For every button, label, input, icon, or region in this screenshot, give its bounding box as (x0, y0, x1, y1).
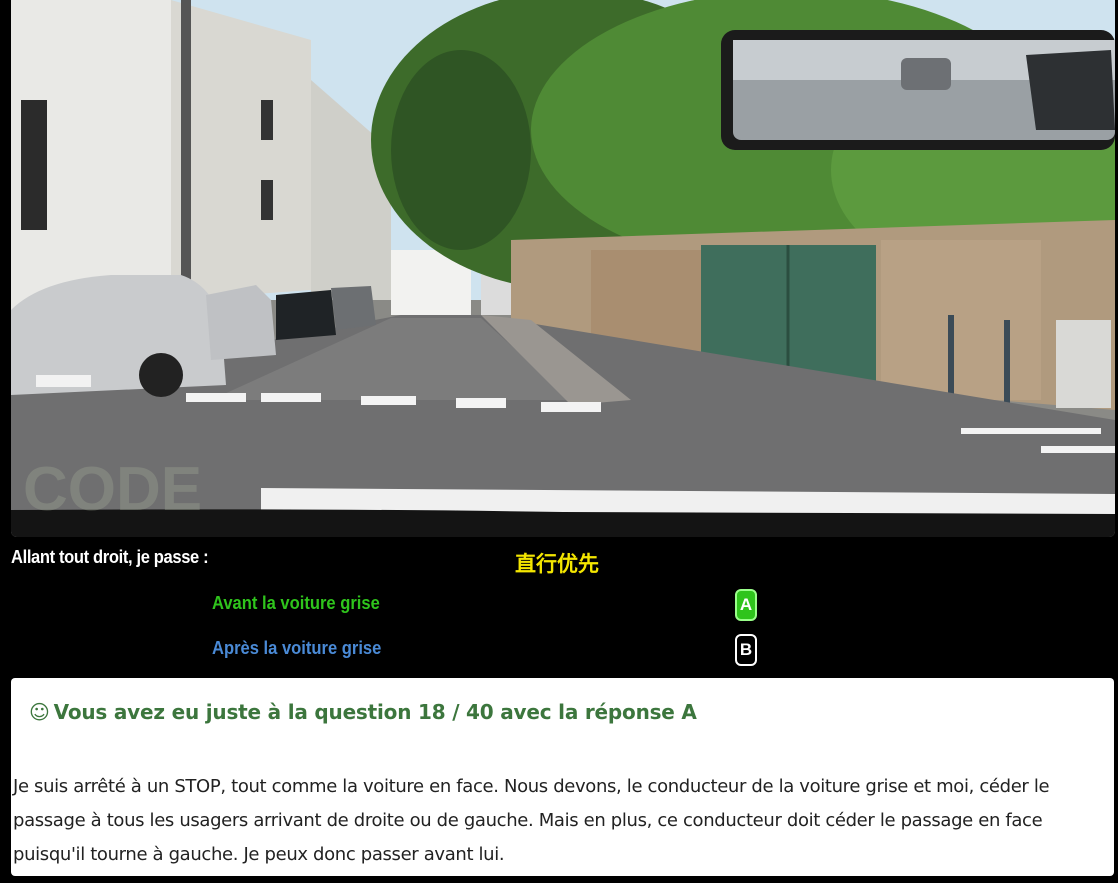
answer-a-button[interactable]: A (735, 589, 757, 621)
answer-a-text[interactable]: Avant la voiture grise (212, 593, 380, 614)
result-explanation: Je suis arrêté à un STOP, tout comme la … (13, 776, 1050, 865)
answer-b-text[interactable]: Après la voiture grise (212, 638, 381, 659)
result-title-text: Vous avez eu juste à la question 18 / 40… (53, 700, 697, 724)
question-prompt: Allant tout droit, je passe : (11, 547, 209, 567)
street-scene-image: CODE (11, 0, 1115, 537)
result-title: ☺ Vous avez eu juste à la question 18 / 4… (29, 700, 697, 724)
answer-b-button[interactable]: B (735, 634, 757, 666)
question-photo: CODE (11, 0, 1115, 537)
result-panel: ☺ Vous avez eu juste à la question 18 / 4… (11, 678, 1114, 876)
translation-hint: 直行优先 (515, 552, 599, 576)
watermark-logo: CODE (23, 455, 202, 524)
smile-icon: ☺ (29, 700, 50, 724)
